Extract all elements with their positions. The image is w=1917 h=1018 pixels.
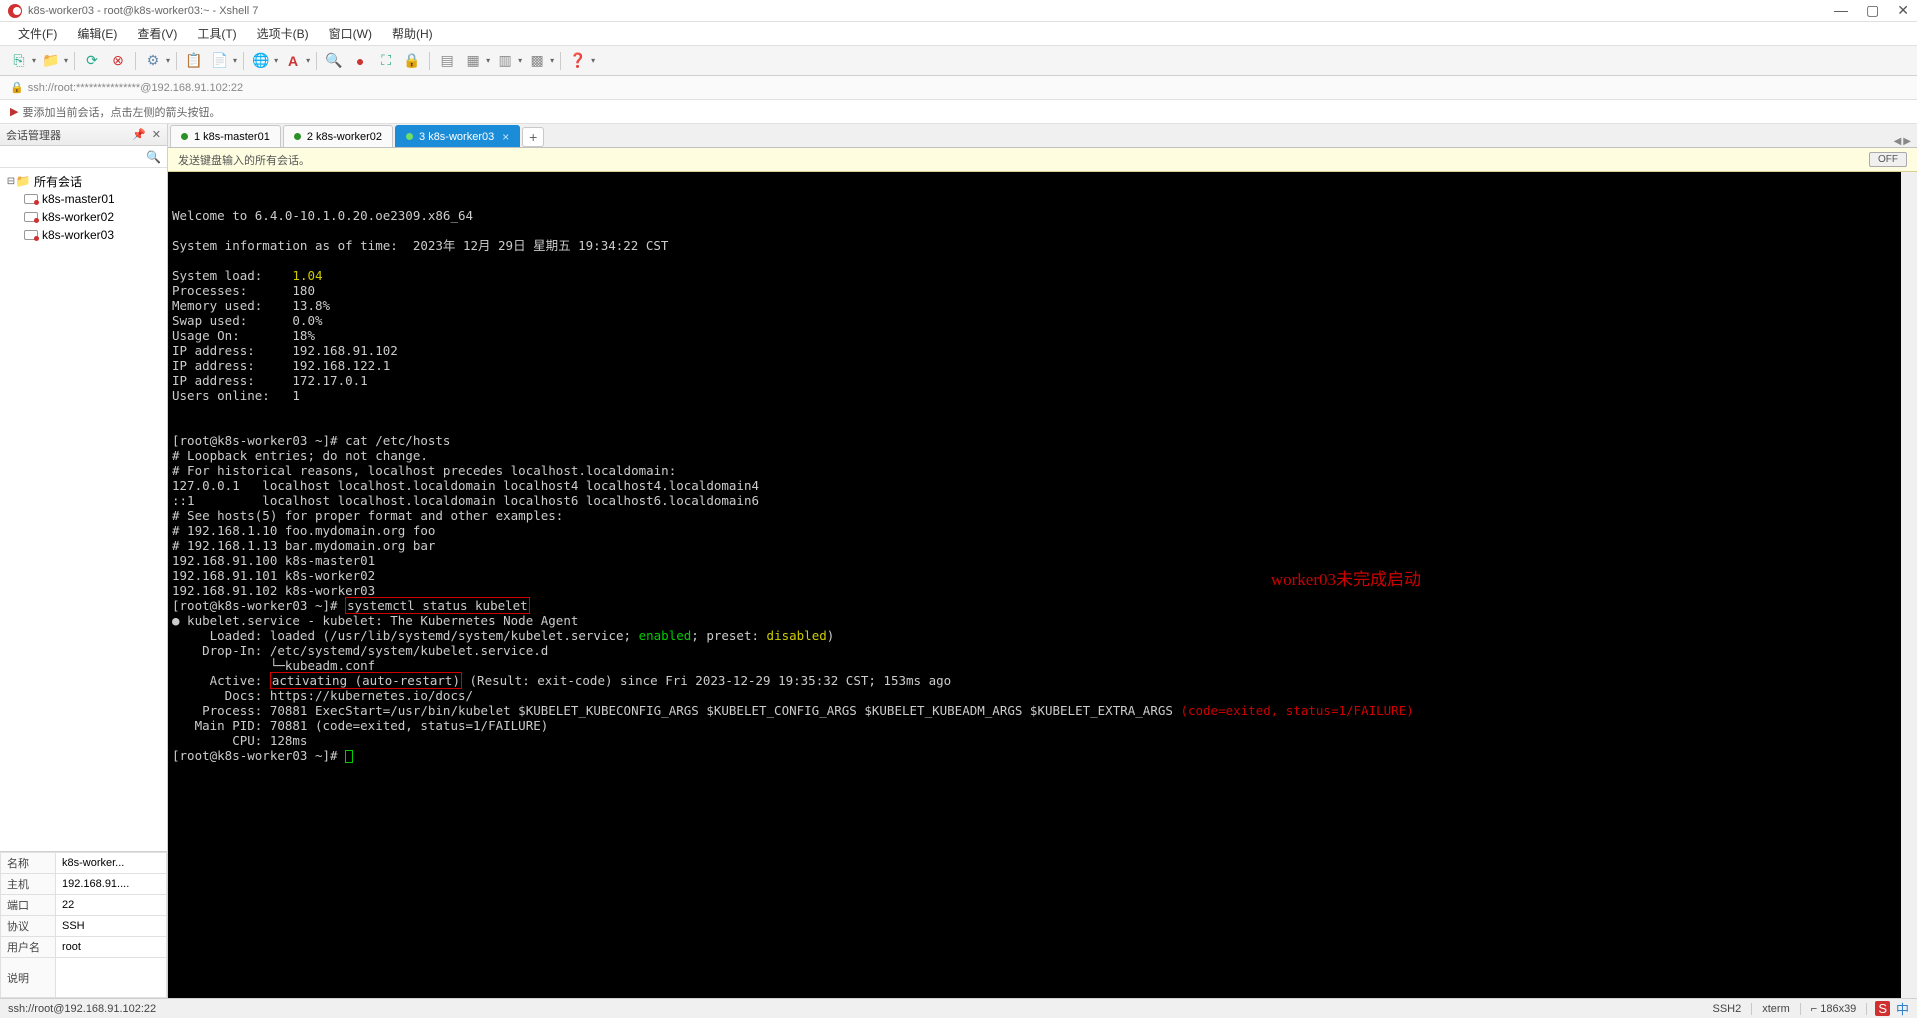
tree-root[interactable]: ⊟ 📁 所有会话 xyxy=(2,172,165,190)
menu-help[interactable]: 帮助(H) xyxy=(384,23,441,44)
reconnect-icon[interactable]: ⟳ xyxy=(81,50,103,72)
app-logo-icon xyxy=(8,4,22,18)
menu-tools[interactable]: 工具(T) xyxy=(189,23,244,44)
tile-v-icon[interactable]: ▥ xyxy=(494,50,516,72)
lock-small-icon: 🔒 xyxy=(10,81,24,94)
search-icon: 🔍 xyxy=(146,150,161,164)
tree-item-label: k8s-worker02 xyxy=(42,210,114,224)
record-icon[interactable]: ● xyxy=(349,50,371,72)
tab-label: 3 k8s-worker03 xyxy=(419,131,494,143)
find-icon[interactable]: 🔍 xyxy=(323,50,345,72)
open-folder-icon[interactable]: 📁 xyxy=(40,50,62,72)
tab-label: 1 k8s-master01 xyxy=(194,131,270,143)
session-icon xyxy=(24,228,38,242)
collapse-icon[interactable]: ⊟ xyxy=(6,176,16,187)
session-manager-panel: 会话管理器 📌 ✕ 🔍 ⊟ 📁 所有会话 k8s-master01 k8s-wo… xyxy=(0,124,168,998)
status-dot-icon xyxy=(406,133,413,140)
tile-h-icon[interactable]: ▦ xyxy=(462,50,484,72)
address-bar[interactable]: 🔒 ssh://root:***************@192.168.91.… xyxy=(0,76,1917,100)
session-tree: ⊟ 📁 所有会话 k8s-master01 k8s-worker02 k8s-w… xyxy=(0,168,167,248)
titlebar: k8s-worker03 - root@k8s-worker03:~ - Xsh… xyxy=(0,0,1917,22)
tree-item-label: k8s-worker03 xyxy=(42,228,114,242)
terminal[interactable]: Welcome to 6.4.0-10.1.0.20.oe2309.x86_64… xyxy=(168,172,1901,998)
menu-view[interactable]: 查看(V) xyxy=(129,23,185,44)
content-area: 1 k8s-master01 2 k8s-worker02 3 k8s-work… xyxy=(168,124,1917,998)
sidebar-header: 会话管理器 📌 ✕ xyxy=(0,124,167,146)
globe-icon[interactable]: 🌐 xyxy=(250,50,272,72)
tree-root-label: 所有会话 xyxy=(34,173,82,190)
pin-icon[interactable]: 📌 xyxy=(132,128,146,141)
hint-bar: ▶ 要添加当前会话，点击左侧的箭头按钮。 xyxy=(0,100,1917,124)
sidebar-close-icon[interactable]: ✕ xyxy=(152,128,161,141)
prop-row: 名称k8s-worker... xyxy=(1,853,167,874)
tab-worker02[interactable]: 2 k8s-worker02 xyxy=(283,125,393,147)
property-grid: 名称k8s-worker... 主机192.168.91.... 端口22 协议… xyxy=(0,851,167,998)
session-icon xyxy=(24,192,38,206)
menu-tab[interactable]: 选项卡(B) xyxy=(249,23,317,44)
disconnect-icon[interactable]: ⊗ xyxy=(107,50,129,72)
prop-row: 用户名root xyxy=(1,937,167,958)
hint-arrow-icon: ▶ xyxy=(10,105,18,118)
broadcast-text: 发送键盘输入的所有会话。 xyxy=(178,152,310,168)
grid-icon[interactable]: ▩ xyxy=(526,50,548,72)
broadcast-toggle[interactable]: OFF xyxy=(1869,152,1907,167)
cascade-icon[interactable]: ▤ xyxy=(436,50,458,72)
minimize-button[interactable]: — xyxy=(1834,2,1848,19)
window-title: k8s-worker03 - root@k8s-worker03:~ - Xsh… xyxy=(28,5,258,17)
tab-next-icon[interactable]: ▶ xyxy=(1903,136,1911,147)
tab-close-icon[interactable]: × xyxy=(502,130,509,144)
terminal-scrollbar[interactable] xyxy=(1901,172,1917,998)
close-button[interactable]: ✕ xyxy=(1897,2,1909,19)
maximize-button[interactable]: ▢ xyxy=(1866,2,1879,19)
font-icon[interactable]: A xyxy=(282,50,304,72)
copy-icon[interactable]: 📋 xyxy=(183,50,205,72)
paste-icon[interactable]: 📄 xyxy=(209,50,231,72)
tab-master01[interactable]: 1 k8s-master01 xyxy=(170,125,281,147)
menu-window[interactable]: 窗口(W) xyxy=(321,23,380,44)
status-size: ⌐ 186x39 xyxy=(1801,1003,1868,1015)
prop-row: 主机192.168.91.... xyxy=(1,874,167,895)
hint-text: 要添加当前会话，点击左侧的箭头按钮。 xyxy=(22,104,220,120)
tree-item-label: k8s-master01 xyxy=(42,192,115,206)
tree-item[interactable]: k8s-master01 xyxy=(2,190,165,208)
tab-label: 2 k8s-worker02 xyxy=(307,131,382,143)
properties-icon[interactable]: ⚙ xyxy=(142,50,164,72)
prop-row: 端口22 xyxy=(1,895,167,916)
toolbar: ⎘▾ 📁▾ ⟳ ⊗ ⚙▾ 📋 📄▾ 🌐▾ A▾ 🔍 ● ⛶ 🔒 ▤ ▦▾ ▥▾ … xyxy=(0,46,1917,76)
lock-icon[interactable]: 🔒 xyxy=(401,50,423,72)
system-tray: S 中 xyxy=(1875,999,1909,1018)
tab-worker03[interactable]: 3 k8s-worker03 × xyxy=(395,125,520,147)
folder-icon: 📁 xyxy=(16,174,30,188)
menu-file[interactable]: 文件(F) xyxy=(10,23,65,44)
window-controls: — ▢ ✕ xyxy=(1834,2,1909,19)
tab-bar: 1 k8s-master01 2 k8s-worker02 3 k8s-work… xyxy=(168,124,1917,148)
tree-item[interactable]: k8s-worker03 xyxy=(2,226,165,244)
help-icon[interactable]: ❓ xyxy=(567,50,589,72)
menu-edit[interactable]: 编辑(E) xyxy=(69,23,125,44)
tab-add-button[interactable]: + xyxy=(522,127,544,147)
sidebar-search[interactable]: 🔍 xyxy=(0,146,167,168)
prop-row: 协议SSH xyxy=(1,916,167,937)
status-dot-icon xyxy=(294,133,301,140)
ime-lang-icon[interactable]: 中 xyxy=(1896,999,1909,1018)
status-termtype: xterm xyxy=(1752,1003,1801,1015)
ime-icon[interactable]: S xyxy=(1875,1001,1890,1016)
prop-row: 说明 xyxy=(1,958,167,998)
session-icon xyxy=(24,210,38,224)
tab-prev-icon[interactable]: ◀ xyxy=(1894,136,1902,147)
broadcast-bar: 发送键盘输入的所有会话。 OFF xyxy=(168,148,1917,172)
status-dot-icon xyxy=(181,133,188,140)
status-bar: ssh://root@192.168.91.102:22 SSH2 xterm … xyxy=(0,998,1917,1018)
tree-item[interactable]: k8s-worker02 xyxy=(2,208,165,226)
status-address: ssh://root@192.168.91.102:22 xyxy=(8,1003,1702,1015)
fullscreen-icon[interactable]: ⛶ xyxy=(375,50,397,72)
menubar: 文件(F) 编辑(E) 查看(V) 工具(T) 选项卡(B) 窗口(W) 帮助(… xyxy=(0,22,1917,46)
sidebar-title: 会话管理器 xyxy=(6,127,61,143)
address-text: ssh://root:***************@192.168.91.10… xyxy=(28,82,243,94)
new-session-icon[interactable]: ⎘ xyxy=(8,50,30,72)
status-protocol: SSH2 xyxy=(1702,1003,1752,1015)
